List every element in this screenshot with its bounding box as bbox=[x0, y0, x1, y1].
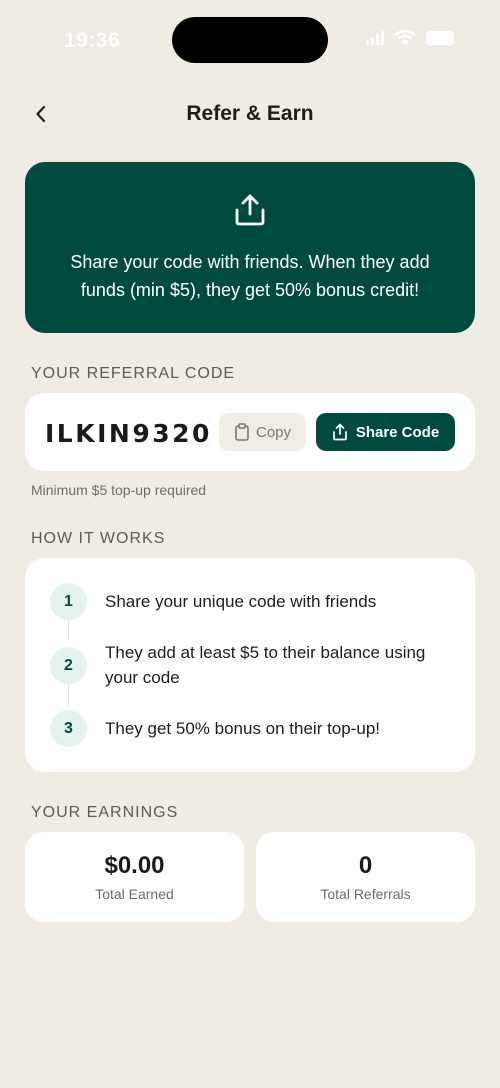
total-earned-label: Total Earned bbox=[95, 886, 174, 902]
refer-earn-screen: 19:36 Refer & Earn Share your code with … bbox=[0, 0, 500, 1088]
signal-icon bbox=[366, 31, 384, 45]
hero-banner: Share your code with friends. When they … bbox=[25, 162, 475, 333]
step-number: 2 bbox=[50, 647, 87, 684]
referral-code: ILKIN9320 bbox=[45, 419, 212, 448]
total-earned-value: $0.00 bbox=[104, 852, 165, 879]
page-title: Refer & Earn bbox=[186, 102, 314, 125]
minimum-topup-note: Minimum $5 top-up required bbox=[31, 482, 207, 498]
step-number: 1 bbox=[50, 583, 87, 620]
share-button-label: Share Code bbox=[355, 423, 440, 441]
how-it-works-label: HOW IT WORKS bbox=[31, 530, 166, 547]
share-icon bbox=[332, 423, 347, 441]
referral-code-card: ILKIN9320 Copy Share Code bbox=[25, 393, 475, 471]
step-connector bbox=[68, 620, 69, 640]
copy-button-label: Copy bbox=[255, 423, 292, 441]
step-text: Share your unique code with friends bbox=[105, 592, 377, 611]
dynamic-island bbox=[172, 17, 328, 63]
copy-button[interactable]: Copy bbox=[219, 413, 306, 451]
total-earned-card: $0.00 Total Earned bbox=[25, 832, 244, 922]
battery-icon bbox=[426, 31, 454, 45]
step-text: They get 50% bonus on their top-up! bbox=[105, 719, 381, 738]
step-number: 3 bbox=[50, 710, 87, 747]
clipboard-icon bbox=[235, 423, 249, 441]
header: Refer & Earn bbox=[0, 94, 500, 134]
status-time: 19:36 bbox=[64, 29, 121, 52]
share-icon bbox=[235, 194, 265, 226]
step-text: They add at least $5 to their balance us… bbox=[105, 643, 426, 687]
referral-section-label: YOUR REFERRAL CODE bbox=[31, 365, 236, 382]
earnings-section-label: YOUR EARNINGS bbox=[31, 804, 179, 821]
total-referrals-card: 0 Total Referrals bbox=[256, 832, 475, 922]
total-referrals-value: 0 bbox=[358, 852, 373, 879]
status-icons bbox=[366, 30, 454, 46]
share-code-button[interactable]: Share Code bbox=[316, 413, 455, 451]
how-it-works-card: 1 Share your unique code with friends 2 … bbox=[25, 558, 475, 772]
step-connector bbox=[68, 684, 69, 706]
hero-description: Share your code with friends. When they … bbox=[70, 252, 430, 300]
status-bar: 19:36 bbox=[0, 0, 500, 80]
total-referrals-label: Total Referrals bbox=[320, 886, 411, 902]
wifi-icon bbox=[394, 30, 416, 45]
